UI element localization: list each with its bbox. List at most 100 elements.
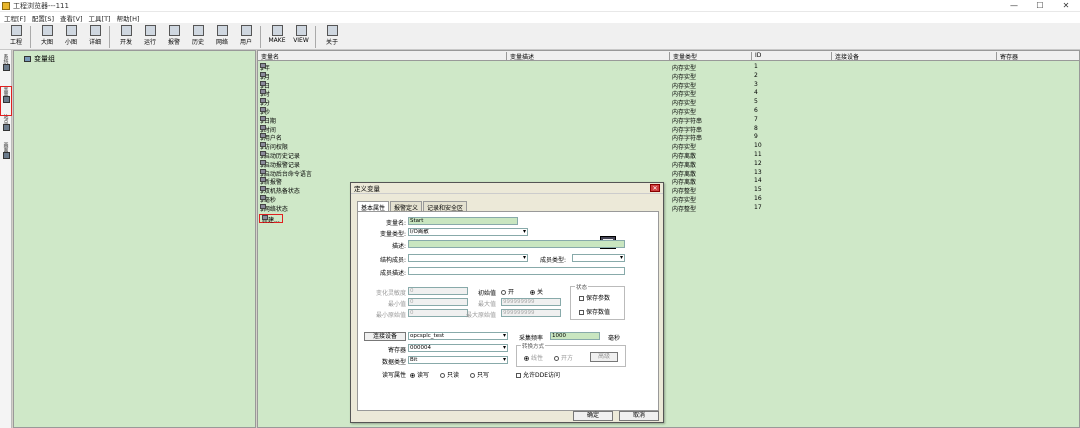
side-tab-screens[interactable]: 画面 (1, 141, 11, 159)
cell-type: 内存离散 (672, 151, 696, 160)
table-row[interactable]: $日期 内存字符串 7 (258, 115, 1079, 125)
basic-properties-panel: 变量名: Start 变量类型: I/O离散 描述: 结构成员: 成员类型: 成… (357, 211, 659, 411)
table-row[interactable]: $用户名 内存字符串 9 (258, 133, 1079, 142)
toolbar-develop-button[interactable]: 开发 (114, 25, 138, 46)
table-row[interactable]: $启动后台命令语言 内存离散 13 (258, 168, 1079, 178)
cell-name: $启动后台命令语言 (260, 168, 312, 178)
close-button[interactable]: ✕ (1058, 1, 1074, 10)
site-icon (2, 124, 10, 131)
cell-text: 3 (754, 80, 758, 88)
write-only-radio[interactable]: 只写 (470, 370, 489, 379)
menu-view[interactable]: 查看[V] (60, 13, 83, 23)
column-header-name[interactable]: 变量名 (258, 52, 507, 61)
project-icon (10, 25, 22, 36)
dialog-close-button[interactable]: ✕ (650, 184, 660, 192)
column-header-type[interactable]: 变量类型 (670, 52, 752, 61)
data-type-select[interactable]: Bit (408, 356, 508, 364)
menu-config[interactable]: 配置[S] (32, 13, 54, 23)
save-param-checkbox[interactable]: 保存参数 (579, 293, 610, 302)
checkbox-icon (579, 295, 584, 301)
toolbar-network-button[interactable]: 网络 (210, 25, 234, 46)
save-value-checkbox[interactable]: 保存数值 (579, 307, 610, 316)
label-sample: 采集频率 (518, 335, 543, 342)
table-row[interactable]: $访问权限 内存实型 10 (258, 142, 1079, 151)
toolbar-large-icons-button[interactable]: 大图 (35, 25, 59, 46)
cell-name: $月 (260, 71, 270, 81)
toolbar-about-button[interactable]: 关于 (320, 25, 344, 46)
toolbar-history-button[interactable]: 历史 (186, 25, 210, 46)
table-row[interactable]: $启动报警记录 内存离散 12 (258, 159, 1079, 169)
cell-type: 内存实型 (672, 89, 696, 98)
menu-bar: 工程[F] 配置[S] 查看[V] 工具[T] 帮助[H] (0, 12, 1080, 23)
column-header-device[interactable]: 连接设备 (832, 52, 997, 61)
cell-text: 4 (754, 89, 758, 97)
toolbar-run-button[interactable]: 运行 (138, 25, 162, 46)
menu-tools[interactable]: 工具[T] (89, 13, 111, 23)
var-name-input[interactable]: Start (408, 217, 518, 225)
label-max-raw: 最大原始值 (465, 312, 496, 319)
cell-text: 内存整型 (672, 205, 697, 213)
minimize-button[interactable]: — (1006, 1, 1022, 10)
toolbar-user-button[interactable]: 用户 (234, 25, 258, 46)
window-title: 工程浏览器---111 (13, 1, 69, 10)
cell-type: 内存实型 (672, 142, 696, 151)
radio-selected-icon (530, 289, 535, 295)
column-header-id[interactable]: ID (752, 52, 832, 61)
var-type-select[interactable]: I/O离散 (408, 228, 528, 236)
table-row[interactable]: $年 内存实型 1 (258, 63, 1079, 72)
side-tab-system[interactable]: 系统 (1, 53, 11, 71)
linear-radio[interactable]: 线性 (524, 353, 543, 362)
column-header-register[interactable]: 寄存器 (997, 52, 1079, 61)
member-type-select[interactable] (572, 254, 625, 262)
menu-help[interactable]: 帮助[H] (117, 13, 140, 23)
large-icons-icon (41, 25, 53, 36)
init-off-radio[interactable]: 关 (530, 287, 543, 296)
max-raw-input[interactable]: 999999999 (501, 309, 561, 317)
tree-node-variable-group[interactable]: 变量组 (24, 54, 55, 64)
table-row[interactable]: $启动历史记录 内存离散 11 (258, 151, 1079, 160)
read-only-radio[interactable]: 只读 (440, 370, 459, 379)
table-row[interactable]: $日 内存实型 3 (258, 80, 1079, 90)
max-input[interactable]: 999999999 (501, 298, 561, 306)
variable-icon (260, 151, 266, 156)
toolbar-alarm-button[interactable]: 报警 (162, 25, 186, 46)
init-on-radio[interactable]: 开 (501, 287, 514, 296)
allow-dde-checkbox[interactable]: 允许DDE访问 (516, 370, 560, 379)
table-row[interactable]: $秒 内存实型 6 (258, 107, 1079, 116)
member-desc-input[interactable] (408, 267, 625, 275)
table-row[interactable]: $分 内存实型 5 (258, 98, 1079, 107)
table-row[interactable]: $月 内存实型 2 (258, 71, 1079, 81)
register-select[interactable]: 000004 (408, 344, 508, 352)
toolbar-project-button[interactable]: 工程 (4, 25, 28, 46)
toolbar-view-button[interactable]: VIEW (289, 25, 313, 44)
new-variable-button[interactable]: 新建... (259, 213, 283, 224)
connect-device-button[interactable]: 连接设备 (364, 332, 406, 341)
toolbar-separator (109, 26, 110, 48)
ok-button[interactable]: 确定 (573, 411, 613, 421)
variable-icon (260, 177, 266, 183)
cancel-button[interactable]: 取消 (619, 411, 659, 421)
cell-id: 10 (754, 142, 762, 149)
sqrt-radio[interactable]: 开方 (554, 353, 573, 362)
label-rw: 读写属性 (381, 372, 406, 379)
toolbar-make-button[interactable]: MAKE (265, 25, 289, 44)
desc-input[interactable] (408, 240, 625, 248)
struct-member-select[interactable] (408, 254, 528, 262)
about-icon (326, 25, 338, 36)
advanced-button[interactable]: 高级 (590, 352, 618, 362)
table-row[interactable]: $时间 内存字符串 8 (258, 124, 1079, 134)
read-write-radio[interactable]: 读写 (410, 370, 429, 379)
toolbar-small-icons-button[interactable]: 小图 (59, 25, 83, 46)
cell-name: $新报警 (260, 177, 282, 186)
menu-project[interactable]: 工程[F] (4, 13, 26, 23)
table-row[interactable]: $时 内存实型 4 (258, 89, 1079, 98)
maximize-button[interactable]: ☐ (1032, 1, 1048, 10)
device-select[interactable]: opcsplc_test (408, 332, 508, 340)
alarm-icon (168, 25, 180, 36)
cell-name: $网络状态 (260, 203, 288, 213)
toolbar-details-button[interactable]: 详细 (83, 25, 107, 46)
variable-group-tree: 变量组 (13, 50, 256, 428)
cell-text: 14 (754, 177, 762, 185)
title-bar: 工程浏览器---111 — ☐ ✕ (0, 0, 1080, 12)
column-header-desc[interactable]: 变量描述 (507, 52, 670, 61)
